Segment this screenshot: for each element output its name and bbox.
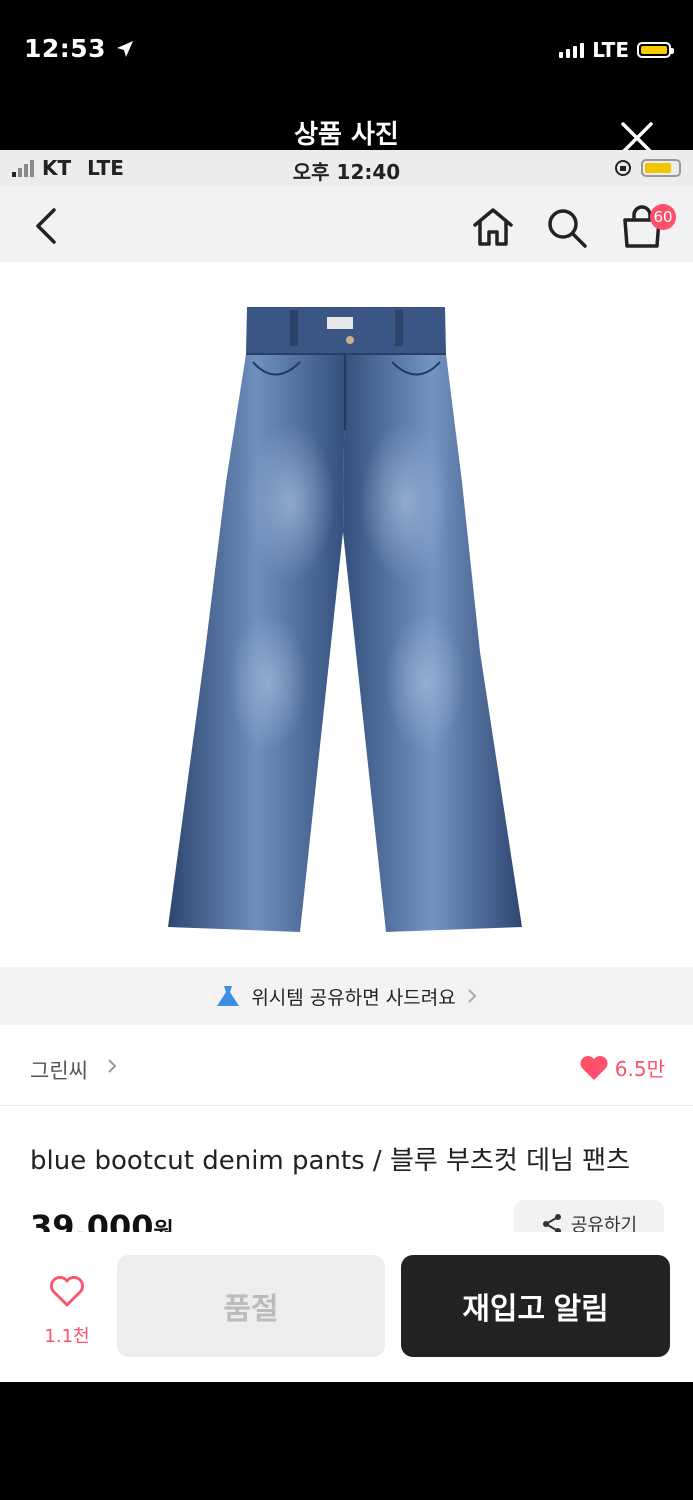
location-arrow-icon (117, 41, 134, 57)
inner-status-bar: KT LTE 오후 12:40 (0, 150, 693, 186)
wish-share-banner[interactable]: 위시템 공유하면 사드려요 (0, 967, 693, 1025)
product-image[interactable] (0, 262, 693, 967)
search-icon[interactable] (545, 206, 589, 250)
viewer-title: 상품 사진 (294, 120, 399, 150)
top-nav (0, 186, 693, 262)
heart-filled-icon (580, 1055, 608, 1080)
wish-count: 1.1천 (44, 1326, 90, 1347)
jeans-image (168, 307, 522, 932)
inner-indicators (613, 158, 681, 178)
product-title: blue bootcut denim pants / 블루 부츠컷 데님 팬츠 (30, 1146, 631, 1176)
inner-time: 오후 12:40 (292, 160, 401, 184)
home-icon[interactable] (470, 206, 516, 248)
brand-likes-count: 6.5만 (614, 1057, 665, 1081)
inner-battery-icon (641, 159, 681, 177)
status-indicators: LTE (559, 38, 674, 62)
outer-status-bar: 12:53 LTE (0, 0, 693, 100)
network-label: LTE (592, 38, 629, 62)
soldout-button[interactable]: 품절 (117, 1255, 385, 1357)
rotation-lock-icon (615, 160, 631, 176)
wish-heart-icon[interactable] (49, 1276, 85, 1308)
back-icon[interactable] (30, 206, 60, 246)
brand-row: 그린씨 6.5만 (0, 1025, 693, 1106)
signal-icon (559, 42, 585, 58)
dress-icon (217, 986, 240, 1006)
brand-likes[interactable]: 6.5만 (579, 1053, 665, 1082)
banner-text: 위시템 공유하면 사드려요 (251, 986, 456, 1009)
cart-count-badge: 60 (650, 204, 676, 230)
brand-name[interactable]: 그린씨 (30, 1055, 88, 1085)
battery-icon (637, 42, 674, 58)
brand-chevron-icon[interactable] (106, 1057, 118, 1075)
product-screenshot: KT LTE 오후 12:40 60 위시템 공유하면 사드려요 그린씨 6.5… (0, 150, 693, 1382)
status-time: 12:53 (24, 34, 135, 63)
chevron-right-icon (467, 989, 477, 1003)
restock-alert-button[interactable]: 재입고 알림 (401, 1255, 670, 1357)
